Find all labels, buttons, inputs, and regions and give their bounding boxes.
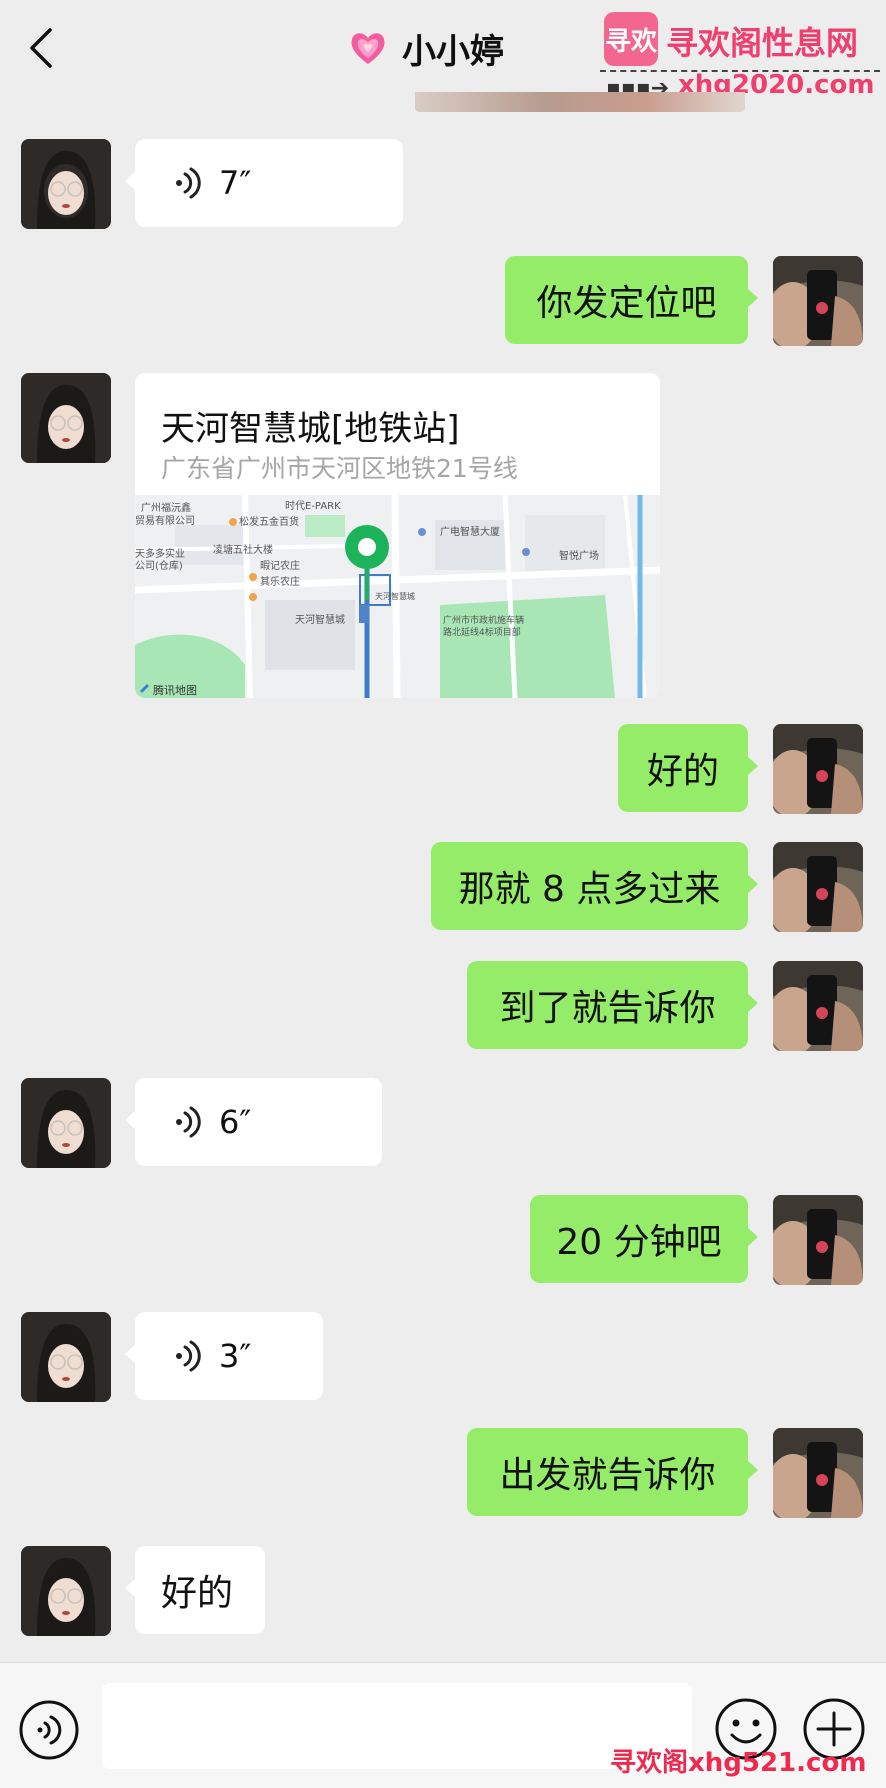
location-message-card[interactable]: 天河智慧城[地铁站] 广东省广州市天河区地铁21号线 时代E-PARK 广州福沅… — [135, 373, 660, 698]
voice-wave-icon — [176, 1340, 201, 1372]
map-label: 贸易有限公司 — [135, 514, 195, 527]
message-input[interactable] — [102, 1683, 692, 1769]
map-provider-label: 腾讯地图 — [153, 683, 197, 697]
avatar-self-image — [773, 1428, 863, 1518]
watermark-bottom: 寻欢阁xhg521.com — [610, 1748, 867, 1778]
message-text: 好的 — [161, 1573, 234, 1614]
previous-image-peek — [415, 92, 745, 112]
message-text: 好的 — [646, 751, 719, 792]
map-label: 公司(仓库) — [135, 559, 183, 572]
voice-message-bubble[interactable]: 6″ — [125, 1078, 382, 1166]
map-label: 天河智慧城 — [375, 591, 415, 601]
avatar-self-image — [773, 724, 863, 814]
voice-message-bubble[interactable]: 7″ — [125, 139, 403, 227]
text-message-bubble[interactable]: 20 分钟吧 — [530, 1195, 758, 1283]
message-text: 出发就告诉你 — [499, 1455, 716, 1496]
map-label: 其乐农庄 — [260, 575, 300, 588]
map-label: 天河智慧城 — [295, 613, 345, 626]
text-message-bubble[interactable]: 你发定位吧 — [505, 256, 758, 344]
avatar-self[interactable] — [773, 961, 863, 1051]
avatar-contact-image — [21, 139, 111, 229]
avatar-self[interactable] — [773, 842, 863, 932]
message-text: 20 分钟吧 — [556, 1222, 722, 1263]
location-address: 广东省广州市天河区地铁21号线 — [161, 454, 518, 483]
avatar-contact[interactable] — [21, 139, 111, 229]
map-label: 天多多实业 — [135, 547, 185, 560]
watermark-logo: 寻欢 — [604, 12, 658, 66]
voice-message-bubble[interactable]: 3″ — [125, 1312, 323, 1400]
map-label: 凌塘五社大楼 — [213, 543, 273, 556]
text-message-bubble[interactable]: 到了就告诉你 — [467, 961, 758, 1049]
map-label: 广州市市政机施车辆 — [443, 614, 524, 626]
chat-title: 小小婷 — [402, 31, 504, 72]
avatar-self[interactable] — [773, 256, 863, 346]
avatar-self[interactable] — [773, 1428, 863, 1518]
pink-heart-icon — [351, 33, 385, 64]
avatar-self-image — [773, 961, 863, 1051]
avatar-self-image — [773, 256, 863, 346]
chat-title-wrap: 小小婷 — [348, 22, 504, 74]
message-text: 那就 8 点多过来 — [458, 869, 721, 910]
text-message-bubble[interactable]: 好的 — [125, 1546, 265, 1634]
chevron-left-icon[interactable] — [22, 26, 62, 70]
avatar-self-image — [773, 1195, 863, 1285]
avatar-contact-image — [21, 1546, 111, 1636]
map-label: 松发五金百货 — [239, 515, 299, 528]
location-title: 天河智慧城[地铁站] — [161, 409, 460, 449]
voice-toggle-icon[interactable] — [18, 1699, 80, 1761]
avatar-self[interactable] — [773, 724, 863, 814]
location-map[interactable]: 时代E-PARK 广州福沅鑫 贸易有限公司 松发五金百货 凌塘五社大楼 暇记农庄… — [135, 495, 660, 698]
voice-duration: 6″ — [219, 1103, 252, 1141]
watermark-site-name: 寻欢阁性息网 — [666, 24, 859, 62]
map-label: 时代E-PARK — [285, 500, 341, 512]
avatar-contact[interactable] — [21, 1312, 111, 1402]
map-label: 广电智慧大厦 — [440, 525, 500, 538]
voice-wave-icon — [176, 1106, 201, 1138]
avatar-contact[interactable] — [21, 373, 111, 463]
map-label: 路北延线4标项目部 — [443, 626, 521, 638]
avatar-contact[interactable] — [21, 1078, 111, 1168]
voice-duration: 7″ — [219, 164, 252, 202]
avatar-self[interactable] — [773, 1195, 863, 1285]
text-message-bubble[interactable]: 好的 — [618, 724, 758, 812]
text-message-bubble[interactable]: 出发就告诉你 — [467, 1428, 758, 1516]
map-label: 广州福沅鑫 — [141, 501, 191, 514]
map-label: 暇记农庄 — [260, 559, 300, 572]
text-message-bubble[interactable]: 那就 8 点多过来 — [431, 842, 758, 930]
message-text: 到了就告诉你 — [499, 988, 716, 1029]
message-text: 你发定位吧 — [536, 283, 717, 324]
avatar-contact[interactable] — [21, 1546, 111, 1636]
chat-header: 小小婷 寻欢 寻欢阁性息网 ▪▪▪➔ xhg2020.com — [0, 0, 886, 101]
avatar-contact-image — [21, 373, 111, 463]
map-label: 智悦广场 — [559, 549, 599, 562]
avatar-self-image — [773, 842, 863, 932]
avatar-contact-image — [21, 1312, 111, 1402]
voice-duration: 3″ — [219, 1337, 252, 1375]
voice-wave-icon — [176, 167, 201, 199]
avatar-contact-image — [21, 1078, 111, 1168]
